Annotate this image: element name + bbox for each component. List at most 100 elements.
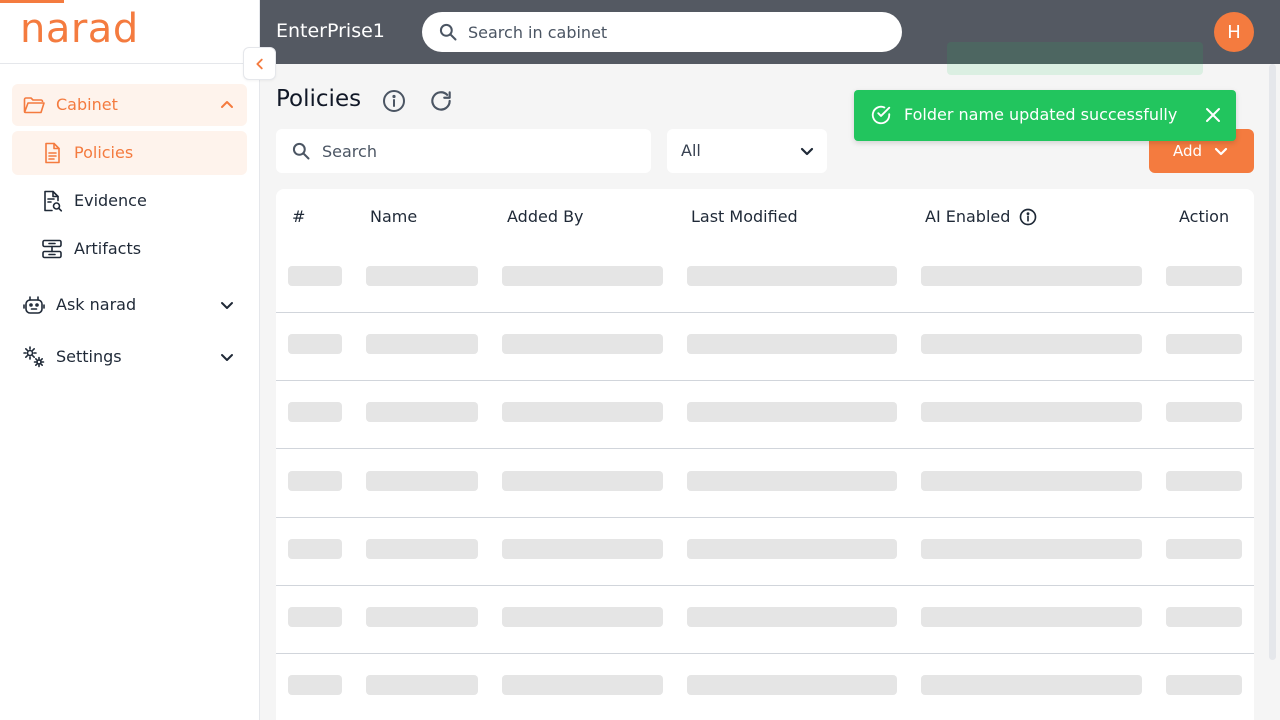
sidebar-item-evidence[interactable]: Evidence <box>12 179 247 223</box>
table-row <box>276 381 1254 450</box>
table-row <box>276 586 1254 654</box>
sidebar-item-settings[interactable]: Settings <box>12 336 247 378</box>
skeleton-cell <box>366 402 478 423</box>
sidebar-item-cabinet[interactable]: Cabinet <box>12 84 247 126</box>
filter-select[interactable]: All <box>667 129 827 173</box>
table-search[interactable] <box>276 129 651 173</box>
sidebar: narad Cabinet Policies Evidence Artifact… <box>0 0 260 720</box>
top-accent-bar <box>0 0 64 3</box>
previous-toast <box>947 42 1203 75</box>
chevron-up-icon[interactable] <box>219 97 235 113</box>
skeleton-cell <box>366 470 478 491</box>
close-icon[interactable] <box>1204 106 1222 124</box>
skeleton-cell <box>288 402 342 423</box>
skeleton-cell <box>921 607 1142 627</box>
skeleton-cell <box>288 675 342 696</box>
skeleton-cell <box>502 402 663 423</box>
column-header-action: Action <box>1179 207 1230 226</box>
skeleton-cell <box>921 266 1142 286</box>
table-row <box>276 313 1254 382</box>
column-header-added-by[interactable]: Added By <box>507 207 584 226</box>
chevron-down-icon[interactable] <box>219 349 235 365</box>
user-avatar[interactable]: H <box>1214 12 1254 52</box>
skeleton-cell <box>366 334 478 355</box>
skeleton-cell <box>502 607 663 627</box>
sidebar-item-label: Policies <box>74 143 134 162</box>
skeleton-cell <box>288 538 342 559</box>
add-button-label: Add <box>1173 142 1203 160</box>
document-icon <box>45 142 60 164</box>
chevron-left-icon <box>255 58 263 69</box>
skeleton-cell <box>1166 402 1242 423</box>
table-row <box>276 450 1254 518</box>
logo-divider <box>0 63 259 64</box>
table-search-input[interactable] <box>322 129 632 173</box>
sidebar-item-label: Artifacts <box>74 239 142 258</box>
refresh-icon[interactable] <box>428 88 454 114</box>
skeleton-cell <box>1166 266 1242 286</box>
search-icon <box>439 23 457 41</box>
skeleton-cell <box>502 675 663 696</box>
skeleton-cell <box>687 266 897 286</box>
skeleton-cell <box>366 538 478 559</box>
table-row <box>276 245 1254 313</box>
skeleton-cell <box>687 470 897 491</box>
sidebar-item-label: Ask narad <box>56 295 137 314</box>
sidebar-item-ask-narad[interactable]: Ask narad <box>12 284 247 326</box>
chevron-down-icon <box>1214 147 1228 156</box>
skeleton-cell <box>502 470 663 491</box>
skeleton-cell <box>1166 538 1242 559</box>
page-title: Policies <box>276 86 362 112</box>
skeleton-cell <box>921 470 1142 491</box>
skeleton-cell <box>687 402 897 423</box>
artifact-icon <box>42 239 62 259</box>
sidebar-collapse-button[interactable] <box>243 47 276 80</box>
filter-value: All <box>681 141 701 160</box>
document-search-icon <box>44 190 63 212</box>
toast-message: Folder name updated successfully <box>904 105 1178 124</box>
skeleton-cell <box>502 334 663 355</box>
organization-name[interactable]: EnterPrise1 <box>276 20 385 42</box>
skeleton-cell <box>366 607 478 627</box>
sidebar-item-label: Cabinet <box>56 95 118 114</box>
skeleton-cell <box>1166 334 1242 355</box>
skeleton-cell <box>687 675 897 696</box>
skeleton-cell <box>1166 675 1242 696</box>
skeleton-cell <box>921 538 1142 559</box>
check-circle-icon <box>871 105 891 125</box>
skeleton-cell <box>288 470 342 491</box>
chevron-down-icon <box>800 147 814 156</box>
column-header-name[interactable]: Name <box>370 207 417 226</box>
skeleton-cell <box>687 607 897 627</box>
success-toast: Folder name updated successfully <box>854 90 1236 141</box>
table-row <box>276 654 1254 720</box>
skeleton-cell <box>366 266 478 286</box>
skeleton-cell <box>288 607 342 627</box>
column-header-last-modified[interactable]: Last Modified <box>691 207 798 226</box>
gears-icon <box>23 346 45 368</box>
page-scrollbar[interactable] <box>1269 64 1276 660</box>
skeleton-cell <box>921 334 1142 355</box>
skeleton-cell <box>288 334 342 355</box>
global-search-input[interactable] <box>468 12 888 52</box>
skeleton-cell <box>288 266 342 286</box>
sidebar-item-label: Settings <box>56 347 122 366</box>
column-header-index: # <box>292 207 306 226</box>
info-icon[interactable] <box>382 89 406 113</box>
robot-icon <box>23 296 45 314</box>
chevron-down-icon[interactable] <box>219 297 235 313</box>
skeleton-cell <box>366 675 478 696</box>
skeleton-cell <box>921 675 1142 696</box>
sidebar-item-policies[interactable]: Policies <box>12 131 247 175</box>
skeleton-cell <box>921 402 1142 423</box>
info-icon[interactable] <box>1019 208 1037 226</box>
app-logo[interactable]: narad <box>20 6 139 52</box>
table-row <box>276 518 1254 586</box>
search-icon <box>292 142 310 160</box>
sidebar-item-label: Evidence <box>74 191 147 210</box>
policies-table: # Name Added By Last Modified AI Enabled… <box>276 189 1254 720</box>
skeleton-cell <box>1166 470 1242 491</box>
global-search[interactable] <box>422 12 902 52</box>
sidebar-item-artifacts[interactable]: Artifacts <box>12 227 247 271</box>
folder-icon <box>23 97 45 114</box>
